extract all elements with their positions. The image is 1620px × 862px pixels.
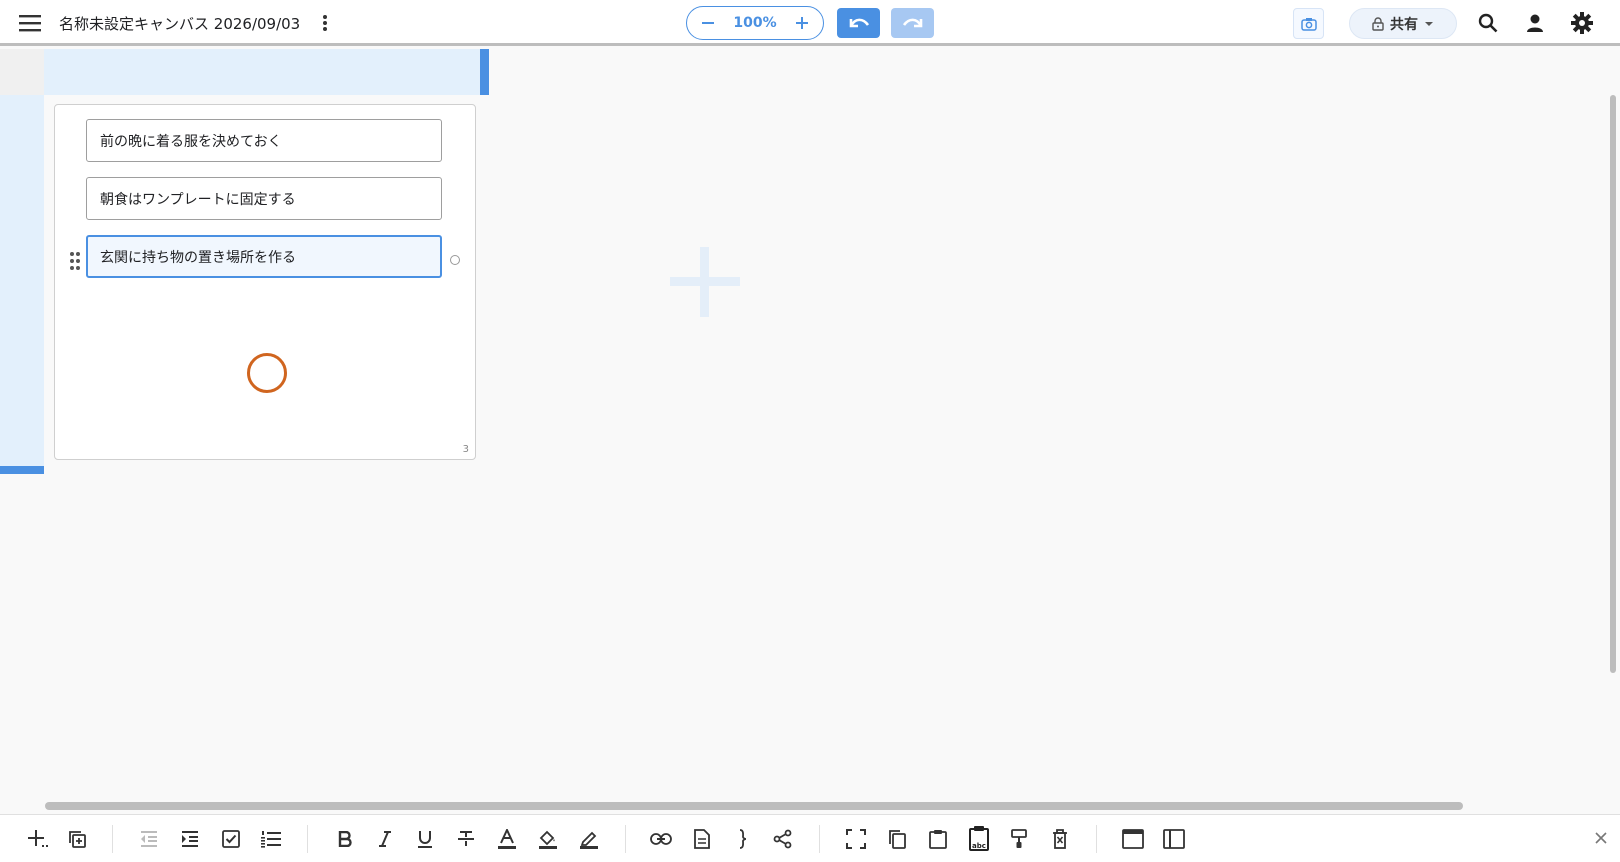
share-label: 共有 (1390, 16, 1418, 33)
numbered-list-icon[interactable] (255, 823, 287, 855)
pointer-indicator (247, 353, 287, 393)
share-node-icon[interactable] (767, 823, 799, 855)
brace-icon[interactable] (727, 823, 759, 855)
column-header-band[interactable] (44, 49, 480, 95)
checkbox-icon[interactable] (215, 823, 247, 855)
search-icon[interactable] (1470, 5, 1506, 41)
bold-icon[interactable] (329, 823, 361, 855)
text-color-icon[interactable] (491, 823, 523, 855)
zoom-control: 100% (686, 6, 824, 40)
redo-button[interactable] (891, 8, 934, 38)
italic-icon[interactable] (369, 823, 401, 855)
lock-icon (1372, 16, 1384, 31)
paste-text-icon[interactable]: abc (963, 823, 995, 855)
add-icon[interactable] (22, 823, 54, 855)
minus-icon (702, 22, 714, 24)
gear-icon[interactable] (1564, 5, 1600, 41)
row-header[interactable] (0, 95, 44, 467)
divider (625, 825, 626, 853)
row-resize-handle[interactable] (0, 466, 44, 474)
divider (112, 825, 113, 853)
window-icon[interactable] (1117, 823, 1149, 855)
zoom-in-button[interactable] (795, 16, 809, 30)
canvas-title[interactable]: 名称未設定キャンバス 2026/09/03 (59, 12, 300, 34)
underline-icon[interactable] (409, 823, 441, 855)
top-toolbar: 名称未設定キャンバス 2026/09/03 100% 共有 (0, 0, 1620, 46)
caret-down-icon (1425, 21, 1433, 26)
column-resize-handle[interactable] (480, 49, 489, 95)
list-item[interactable]: 朝食はワンプレートに固定する (86, 177, 442, 220)
fill-color-icon[interactable] (532, 823, 564, 855)
more-vert-icon[interactable] (307, 5, 343, 41)
strikethrough-icon[interactable] (450, 823, 482, 855)
person-icon[interactable] (1517, 5, 1553, 41)
duplicate-icon[interactable] (61, 823, 93, 855)
highlight-pen-icon[interactable] (573, 823, 605, 855)
indent-icon[interactable] (174, 823, 206, 855)
checklist-card[interactable]: 前の晩に着る服を決めておく 朝食はワンプレートに固定する 玄関に持ち物の置き場所… (54, 104, 476, 460)
close-icon[interactable] (1590, 827, 1612, 849)
link-icon[interactable] (645, 823, 677, 855)
outdent-icon[interactable] (133, 823, 165, 855)
clear-delete-icon[interactable] (1044, 823, 1076, 855)
sidebar-icon[interactable] (1158, 823, 1190, 855)
fit-screen-icon[interactable] (840, 823, 872, 855)
share-button[interactable]: 共有 (1349, 8, 1457, 39)
redo-icon (902, 18, 922, 28)
add-card-hint-icon[interactable] (670, 247, 740, 317)
connector-handle[interactable] (450, 255, 460, 265)
menu-icon[interactable] (12, 5, 48, 41)
divider (819, 825, 820, 853)
list-item-selected[interactable]: 玄関に持ち物の置き場所を作る (86, 235, 442, 278)
undo-button[interactable] (837, 8, 880, 38)
divider (307, 825, 308, 853)
document-icon[interactable] (686, 823, 718, 855)
drag-handle-icon[interactable] (69, 251, 83, 271)
zoom-out-button[interactable] (701, 16, 715, 30)
item-count: 3 (462, 444, 469, 455)
divider (1096, 825, 1097, 853)
svg-text:abc: abc (972, 842, 986, 850)
copy-icon[interactable] (881, 823, 913, 855)
clipboard-icon[interactable] (922, 823, 954, 855)
bottom-toolbar: abc (0, 814, 1620, 862)
list-item[interactable]: 前の晩に着る服を決めておく (86, 119, 442, 162)
format-paint-icon[interactable] (1003, 823, 1035, 855)
undo-icon (849, 18, 869, 28)
camera-icon (1300, 17, 1317, 31)
plus-icon (795, 17, 808, 29)
zoom-level[interactable]: 100% (733, 15, 776, 31)
horizontal-scrollbar[interactable] (45, 802, 1463, 810)
vertical-scrollbar[interactable] (1610, 95, 1616, 673)
snapshot-button[interactable] (1293, 8, 1324, 39)
